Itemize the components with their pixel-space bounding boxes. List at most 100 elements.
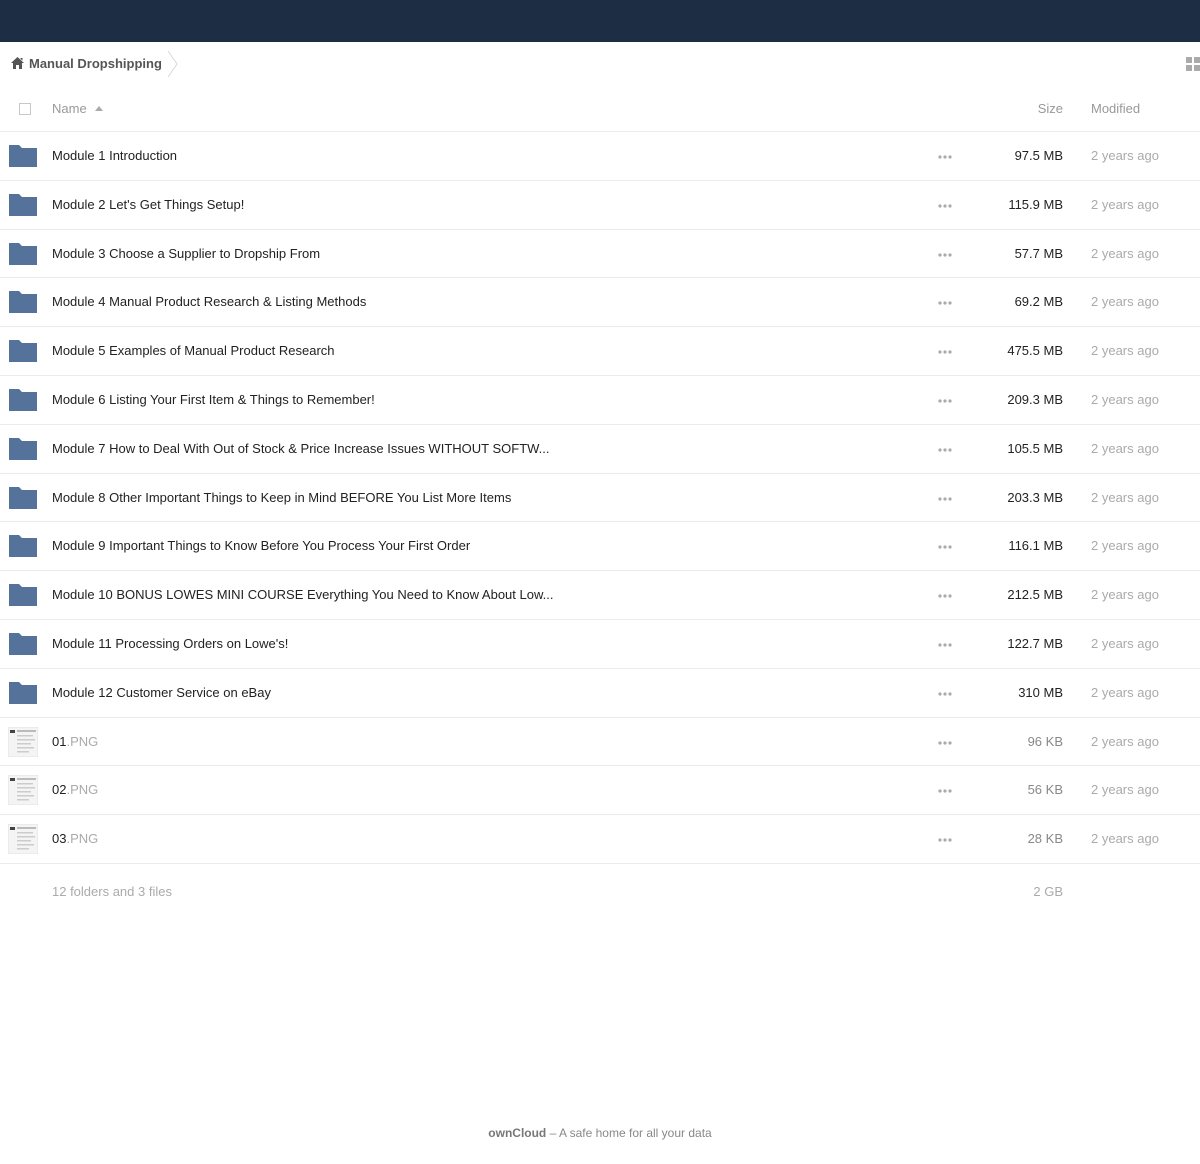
image-thumbnail-icon — [8, 726, 38, 757]
file-name[interactable]: Module 5 Examples of Manual Product Rese… — [52, 343, 335, 359]
file-name[interactable]: Module 2 Let's Get Things Setup! — [52, 197, 244, 213]
more-actions-icon[interactable] — [937, 496, 953, 502]
grid-view-icon[interactable] — [1186, 56, 1200, 72]
file-basename: Module 4 Manual Product Research & Listi… — [52, 294, 367, 310]
folder-icon — [9, 535, 37, 558]
select-all-checkbox[interactable] — [19, 103, 31, 115]
sort-by-size[interactable]: Size — [1038, 101, 1063, 117]
file-name[interactable]: Module 9 Important Things to Know Before… — [52, 538, 470, 554]
more-actions-icon[interactable] — [937, 203, 953, 209]
table-row[interactable]: Module 3 Choose a Supplier to Dropship F… — [0, 230, 1200, 279]
table-row[interactable]: 01.PNG 96 KB 2 years ago — [0, 718, 1200, 767]
file-basename: Module 6 Listing Your First Item & Thing… — [52, 391, 375, 407]
file-modified: 2 years ago — [1091, 733, 1159, 749]
file-name[interactable]: Module 8 Other Important Things to Keep … — [52, 490, 511, 506]
footer-brand[interactable]: ownCloud — [488, 1126, 546, 1140]
file-basename: Module 2 Let's Get Things Setup! — [52, 196, 245, 212]
file-name[interactable]: Module 3 Choose a Supplier to Dropship F… — [52, 246, 320, 262]
more-actions-icon[interactable] — [937, 447, 953, 453]
file-basename: Module 10 BONUS LOWES MINI COURSE Everyt… — [52, 587, 554, 603]
more-actions-icon[interactable] — [937, 300, 953, 306]
table-row[interactable]: Module 7 How to Deal With Out of Stock &… — [0, 425, 1200, 474]
table-row[interactable]: Module 10 BONUS LOWES MINI COURSE Everyt… — [0, 571, 1200, 620]
table-row[interactable]: 02.PNG 56 KB 2 years ago — [0, 766, 1200, 816]
file-size: 97.5 MB — [1014, 148, 1063, 163]
file-basename: Module 7 How to Deal With Out of Stock &… — [52, 440, 550, 456]
table-row[interactable]: Module 5 Examples of Manual Product Rese… — [0, 327, 1200, 376]
file-name[interactable]: 03.PNG — [52, 831, 98, 847]
file-size: 116.1 MB — [1008, 538, 1063, 554]
file-size: 475.5 MB — [1007, 343, 1063, 359]
more-actions-icon[interactable] — [937, 593, 953, 599]
file-size: 212.5 MB — [1007, 587, 1063, 603]
table-row[interactable]: Module 6 Listing Your First Item & Thing… — [0, 376, 1200, 425]
more-actions-icon[interactable] — [937, 544, 953, 550]
table-row[interactable]: 03.PNG 28 KB 2 years ago — [0, 815, 1200, 864]
file-extension: .PNG — [66, 831, 99, 847]
folder-icon — [9, 242, 37, 265]
file-modified: 2 years ago — [1091, 294, 1159, 310]
file-size: 122.7 MB — [1007, 635, 1063, 651]
table-row[interactable]: Module 2 Let's Get Things Setup! 115.9 MB… — [0, 181, 1200, 230]
sort-by-modified[interactable]: Modified — [1091, 101, 1140, 117]
breadcrumb: Manual Dropshipping — [0, 42, 1200, 86]
folder-icon — [9, 437, 37, 460]
folder-icon — [9, 291, 37, 314]
home-icon[interactable] — [10, 56, 25, 70]
file-size: 96 KB — [1027, 733, 1063, 749]
footer: ownCloud – A safe home for all your data — [0, 1126, 1200, 1140]
folder-icon — [9, 388, 37, 411]
file-name[interactable]: Module 7 How to Deal With Out of Stock &… — [52, 441, 550, 457]
file-modified: 2 years ago — [1091, 684, 1159, 700]
more-actions-icon[interactable] — [937, 788, 953, 794]
file-basename: Module 9 Important Things to Know Before… — [52, 538, 471, 554]
file-modified: 2 years ago — [1091, 587, 1159, 603]
more-actions-icon[interactable] — [937, 252, 953, 258]
file-name[interactable]: Module 10 BONUS LOWES MINI COURSE Everyt… — [52, 587, 553, 603]
more-actions-icon[interactable] — [937, 691, 953, 697]
file-basename: Module 11 Processing Orders on Lowe's! — [52, 635, 289, 651]
table-row[interactable]: Module 4 Manual Product Research & Listi… — [0, 278, 1200, 328]
file-name[interactable]: Module 6 Listing Your First Item & Thing… — [52, 392, 375, 408]
file-name[interactable]: Module 12 Customer Service on eBay — [52, 685, 271, 701]
file-size: 310 MB — [1018, 684, 1063, 700]
file-name[interactable]: Module 11 Processing Orders on Lowe's! — [52, 636, 288, 652]
file-list-summary: 12 folders and 3 files 2 GB — [0, 868, 1200, 916]
more-actions-icon[interactable] — [937, 154, 953, 160]
table-row[interactable]: Module 8 Other Important Things to Keep … — [0, 474, 1200, 523]
more-actions-icon[interactable] — [937, 837, 953, 843]
more-actions-icon[interactable] — [937, 740, 953, 746]
file-modified: 2 years ago — [1091, 245, 1159, 261]
file-basename: Module 3 Choose a Supplier to Dropship F… — [52, 245, 321, 261]
file-modified: 2 years ago — [1091, 440, 1159, 456]
table-row[interactable]: Module 1 Introduction 97.5 MB 2 years ago — [0, 132, 1200, 181]
folder-icon — [9, 193, 37, 216]
table-row[interactable]: Module 11 Processing Orders on Lowe's! 12… — [0, 620, 1200, 669]
file-size: 69.2 MB — [1014, 294, 1063, 310]
breadcrumb-separator-icon — [167, 50, 178, 78]
file-extension: .PNG — [66, 733, 99, 749]
more-actions-icon[interactable] — [937, 398, 953, 404]
breadcrumb-current-folder[interactable]: Manual Dropshipping — [29, 56, 162, 72]
file-modified: 2 years ago — [1091, 489, 1159, 505]
file-modified: 2 years ago — [1091, 831, 1159, 847]
table-row[interactable]: Module 9 Important Things to Know Before… — [0, 522, 1200, 572]
file-name[interactable]: 01.PNG — [52, 734, 98, 750]
file-name[interactable]: Module 4 Manual Product Research & Listi… — [52, 294, 366, 310]
file-basename: 02 — [52, 782, 67, 798]
more-actions-icon[interactable] — [937, 642, 953, 648]
file-modified: 2 years ago — [1091, 635, 1159, 651]
file-size: 56 KB — [1027, 782, 1063, 798]
file-basename: 03 — [52, 831, 67, 847]
file-name[interactable]: Module 1 Introduction — [52, 148, 177, 164]
sort-by-name[interactable]: Name — [52, 101, 87, 117]
file-extension: .PNG — [66, 782, 99, 798]
file-list-header: Name Size Modified — [0, 86, 1200, 132]
more-actions-icon[interactable] — [937, 349, 953, 355]
summary-total-size: 2 GB — [1033, 884, 1063, 899]
file-name[interactable]: 02.PNG — [52, 782, 98, 798]
file-size: 28 KB — [1027, 831, 1063, 847]
sort-ascending-icon[interactable] — [95, 106, 103, 111]
table-row[interactable]: Module 12 Customer Service on eBay 310 MB… — [0, 669, 1200, 718]
top-bar — [0, 0, 1200, 42]
